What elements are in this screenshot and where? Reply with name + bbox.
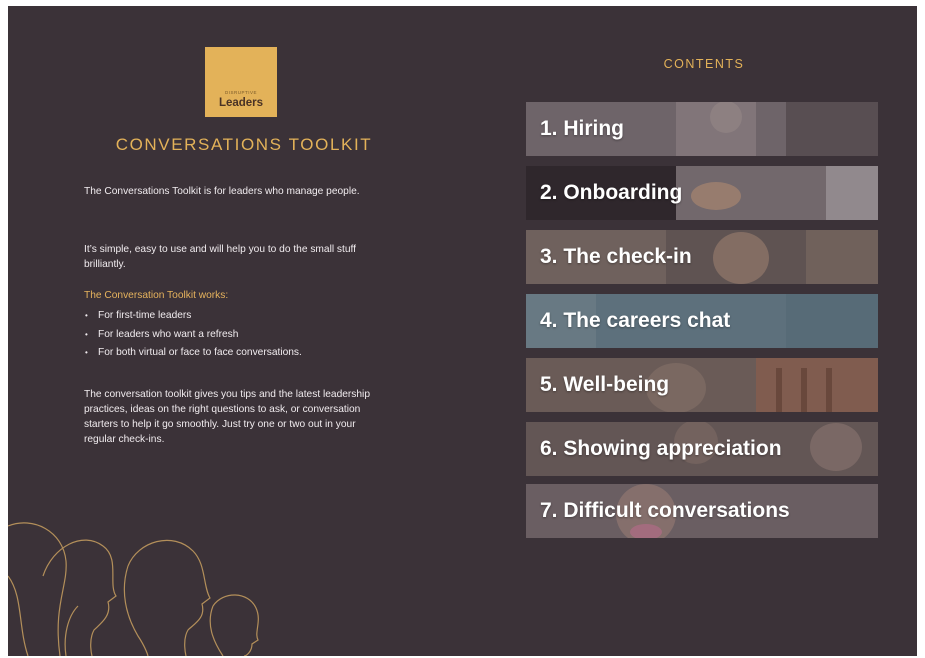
works-list: For first-time leaders For leaders who w… [84,307,384,363]
contents-item-onboarding[interactable]: 2. Onboarding [526,166,878,220]
toolkit-page: DISRUPTIVE Leaders CONVERSATIONS TOOLKIT… [8,6,917,656]
contents-item-label: 2. Onboarding [540,181,683,204]
contents-item-well-being[interactable]: 5. Well-being [526,358,878,412]
intro-panel: DISRUPTIVE Leaders CONVERSATIONS TOOLKIT… [8,6,468,656]
intro-paragraph-1: The Conversations Toolkit is for leaders… [84,186,360,197]
faces-line-art [8,522,259,656]
contents-item-label: 3. The check-in [540,245,692,268]
contents-item-label: 4. The careers chat [540,309,731,332]
contents-item-check-in[interactable]: 3. The check-in [526,230,878,284]
contents-item-difficult-conversations[interactable]: 7. Difficult conversations [526,484,878,538]
contents-item-hiring[interactable]: 1. Hiring [526,102,878,156]
list-item: For first-time leaders [84,307,384,326]
contents-item-label: 7. Difficult conversations [540,499,790,522]
list-item: For both virtual or face to face convers… [84,344,384,363]
page-title: CONVERSATIONS TOOLKIT [115,135,373,154]
contents-heading: CONTENTS [663,57,745,71]
logo-tagline: DISRUPTIVE [224,90,257,95]
logo-wordmark: Leaders [218,97,264,109]
contents-item-careers-chat[interactable]: 4. The careers chat [526,294,878,348]
contents-item-label: 6. Showing appreciation [540,437,782,460]
contents-item-label: 1. Hiring [540,117,625,140]
disruptive-leaders-logo: DISRUPTIVE Leaders [205,47,277,117]
intro-paragraph-2: It’s simple, easy to use and will help y… [84,244,356,270]
contents-item-showing-appreciation[interactable]: 6. Showing appreciation [526,422,878,476]
intro-paragraph-3: The conversation toolkit gives you tips … [84,389,370,445]
contents-item-label: 5. Well-being [540,373,670,396]
list-item: For leaders who want a refresh [84,326,384,345]
works-heading: The Conversation Toolkit works: [84,290,229,301]
